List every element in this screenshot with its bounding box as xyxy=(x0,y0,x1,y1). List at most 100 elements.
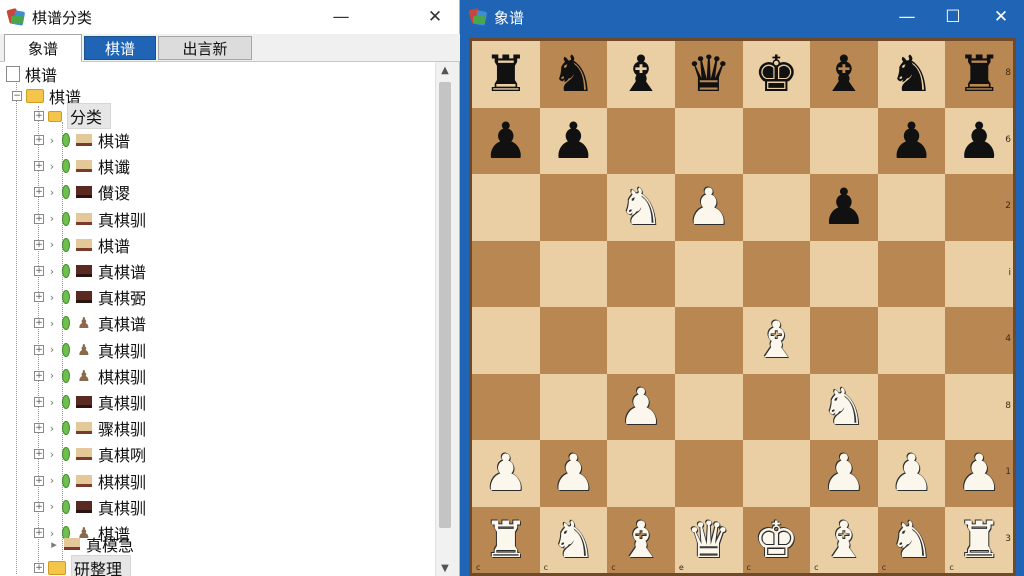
board-square[interactable]: ♝ xyxy=(742,307,811,374)
board-square[interactable]: ♟ xyxy=(607,373,675,440)
white-knight-piece[interactable]: ♞ xyxy=(889,515,934,565)
black-pawn-piece[interactable]: ♟ xyxy=(822,182,867,232)
chess-board[interactable]: ♜ ♞ ♝ ♛ ♚ ♝ ♞ ♜ 8 ♟ ♟ ♟ ♟ 6 ♞ ♟ ♟ 2 i ♝ 4 ♟ ♞ 8 ♟ ♟ ♟ ♟ ♟ 1 ♜ c ♞ c ♝ c ♛ e ♚ c… xyxy=(472,41,1013,573)
black-pawn-piece[interactable]: ♟ xyxy=(483,116,528,166)
black-queen-piece[interactable]: ♛ xyxy=(686,49,731,99)
tree-item[interactable]: + › 真棋驯 xyxy=(34,495,146,519)
tree-item[interactable]: + › 骤棋驯 xyxy=(34,416,146,440)
category-tree[interactable]: 棋谱 − 棋谱 + 分类 + › 棋谱 + › 棋谶 + › 儧谡 + › 真棋驯 + › 棋谱 + › 真棋谱 +… xyxy=(0,62,452,576)
scroll-up-icon[interactable]: ▲ xyxy=(436,62,454,78)
tree-bottom-item-2[interactable]: + 研整理 xyxy=(34,555,132,576)
board-square[interactable]: i xyxy=(945,240,1013,307)
tree-scrollbar[interactable]: ▲ ▼ xyxy=(435,62,453,576)
expand-icon[interactable]: + xyxy=(34,370,44,381)
tree-item[interactable]: + › 真棋咧 xyxy=(34,442,146,466)
expand-icon[interactable]: + xyxy=(34,449,44,460)
board-square[interactable]: ♝ xyxy=(810,41,878,108)
board-square[interactable]: ♞ c xyxy=(877,506,946,573)
black-knight-piece[interactable]: ♞ xyxy=(551,49,596,99)
expand-icon[interactable]: + xyxy=(34,161,44,172)
board-square[interactable]: ♞ c xyxy=(539,506,608,573)
board-square[interactable] xyxy=(472,174,540,241)
board-square[interactable]: ♟ xyxy=(877,440,946,507)
board-square[interactable] xyxy=(674,307,743,374)
minimize-button[interactable]: — xyxy=(892,5,922,29)
board-square[interactable] xyxy=(674,373,743,440)
tree-item[interactable]: + › 真棋驯 xyxy=(34,207,146,231)
white-pawn-piece[interactable]: ♟ xyxy=(483,448,528,498)
tab-qipu[interactable]: 棋谱 xyxy=(84,36,156,60)
board-square[interactable]: ♟ xyxy=(472,440,540,507)
board-square[interactable] xyxy=(742,174,811,241)
white-pawn-piece[interactable]: ♟ xyxy=(551,448,596,498)
tree-item[interactable]: + › 棋谱 xyxy=(34,128,130,152)
board-square[interactable] xyxy=(877,373,946,440)
tree-item[interactable]: + › ♟ 真棋驯 xyxy=(34,338,146,362)
expand-icon[interactable]: + xyxy=(34,111,44,121)
board-square[interactable]: ♟ xyxy=(810,440,878,507)
board-square[interactable]: ♟ 6 xyxy=(945,107,1013,174)
board-square[interactable] xyxy=(539,174,608,241)
expand-icon[interactable]: + xyxy=(34,475,44,486)
board-square[interactable] xyxy=(607,240,675,307)
board-square[interactable]: ♜ 8 xyxy=(945,41,1013,108)
white-knight-piece[interactable]: ♞ xyxy=(619,182,664,232)
tree-item[interactable]: + › 棋棋驯 xyxy=(34,469,146,493)
board-square[interactable]: ♟ xyxy=(877,107,946,174)
tree-bottom-item-1[interactable]: ▸ 真模急 xyxy=(50,532,134,556)
white-bishop-piece[interactable]: ♝ xyxy=(619,515,664,565)
board-square[interactable] xyxy=(674,107,743,174)
board-square[interactable]: ♞ xyxy=(877,41,946,108)
white-pawn-piece[interactable]: ♟ xyxy=(957,448,1002,498)
expand-icon[interactable]: + xyxy=(34,187,44,198)
right-titlebar[interactable]: 象谱 — ☐ ✕ xyxy=(462,0,1024,34)
white-queen-piece[interactable]: ♛ xyxy=(686,515,731,565)
tab-third[interactable]: 出言新 xyxy=(158,36,252,60)
board-square[interactable]: 2 xyxy=(945,174,1013,241)
board-square[interactable] xyxy=(742,240,811,307)
board-square[interactable] xyxy=(877,174,946,241)
expand-icon[interactable]: + xyxy=(34,213,44,224)
board-square[interactable]: ♚ c xyxy=(742,506,811,573)
white-pawn-piece[interactable]: ♟ xyxy=(619,382,664,432)
close-button[interactable]: ✕ xyxy=(986,5,1016,29)
board-square[interactable] xyxy=(742,440,811,507)
board-square[interactable]: ♚ xyxy=(742,41,811,108)
expand-icon[interactable]: + xyxy=(34,563,44,573)
black-rook-piece[interactable]: ♜ xyxy=(957,49,1002,99)
board-square[interactable] xyxy=(674,440,743,507)
expand-icon[interactable]: + xyxy=(34,266,44,276)
expand-icon[interactable]: + xyxy=(34,423,44,434)
scroll-thumb[interactable] xyxy=(439,82,451,528)
black-bishop-piece[interactable]: ♝ xyxy=(619,49,664,99)
board-square[interactable]: ♞ xyxy=(607,174,675,241)
board-square[interactable]: ♟ 1 xyxy=(945,440,1013,507)
board-square[interactable]: ♟ xyxy=(539,107,608,174)
board-square[interactable]: ♜ xyxy=(472,41,540,108)
board-square[interactable] xyxy=(539,373,608,440)
tree-category-node[interactable]: + 分类 xyxy=(34,103,112,129)
board-square[interactable] xyxy=(877,240,946,307)
board-square[interactable] xyxy=(539,307,608,374)
expand-icon[interactable]: + xyxy=(34,528,44,538)
white-knight-piece[interactable]: ♞ xyxy=(822,382,867,432)
board-square[interactable] xyxy=(742,373,811,440)
board-square[interactable]: 4 xyxy=(945,307,1013,374)
expand-icon[interactable]: + xyxy=(34,344,44,355)
board-square[interactable]: ♟ xyxy=(472,107,540,174)
white-rook-piece[interactable]: ♜ xyxy=(957,515,1002,565)
black-king-piece[interactable]: ♚ xyxy=(754,49,799,99)
collapse-icon[interactable]: − xyxy=(12,91,22,101)
maximize-button[interactable]: ☐ xyxy=(938,5,968,29)
tree-item[interactable]: + › 真棋谱 xyxy=(34,259,146,283)
scroll-down-icon[interactable]: ▼ xyxy=(436,560,454,576)
board-square[interactable]: 8 xyxy=(945,373,1013,440)
white-bishop-piece[interactable]: ♝ xyxy=(754,315,799,365)
board-square[interactable]: ♛ e xyxy=(674,506,743,573)
board-square[interactable] xyxy=(607,440,675,507)
black-pawn-piece[interactable]: ♟ xyxy=(957,116,1002,166)
board-square[interactable] xyxy=(742,107,811,174)
close-button[interactable]: ✕ xyxy=(420,5,450,29)
board-square[interactable] xyxy=(810,307,878,374)
board-square[interactable]: ♟ xyxy=(810,174,878,241)
